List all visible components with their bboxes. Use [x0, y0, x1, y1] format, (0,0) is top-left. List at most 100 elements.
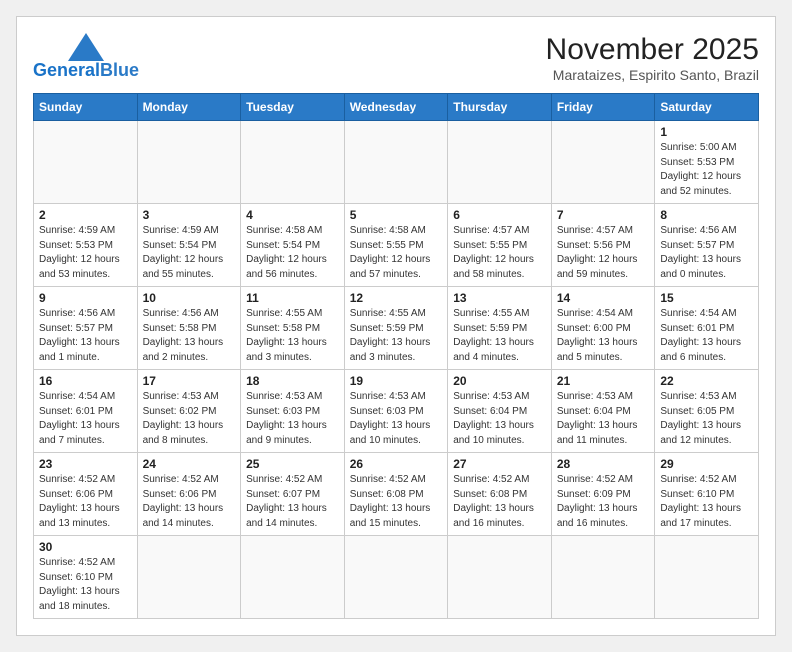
day-info: Sunrise: 4:53 AM Sunset: 6:04 PM Dayligh…: [557, 390, 650, 448]
day-number: 22: [660, 374, 753, 388]
day-info: Sunrise: 4:56 AM Sunset: 5:58 PM Dayligh…: [143, 307, 236, 365]
day-number: 28: [557, 457, 650, 471]
calendar-cell: 18 Sunrise: 4:53 AM Sunset: 6:03 PM Dayli…: [241, 370, 345, 453]
logo: GeneralBlue: [33, 33, 139, 81]
day-info: Sunrise: 4:53 AM Sunset: 6:02 PM Dayligh…: [143, 390, 236, 448]
location: Marataizes, Espirito Santo, Brazil: [546, 67, 759, 83]
day-info: Sunrise: 4:55 AM Sunset: 5:59 PM Dayligh…: [453, 307, 546, 365]
day-info: Sunrise: 5:00 AM Sunset: 5:53 PM Dayligh…: [660, 141, 753, 199]
calendar-cell: [241, 121, 345, 204]
day-info: Sunrise: 4:57 AM Sunset: 5:56 PM Dayligh…: [557, 224, 650, 282]
logo-blue: Blue: [100, 60, 139, 80]
day-info: Sunrise: 4:55 AM Sunset: 5:58 PM Dayligh…: [246, 307, 339, 365]
calendar-cell: 28 Sunrise: 4:52 AM Sunset: 6:09 PM Dayli…: [551, 453, 655, 536]
calendar-cell: 25 Sunrise: 4:52 AM Sunset: 6:07 PM Dayli…: [241, 453, 345, 536]
day-number: 20: [453, 374, 546, 388]
calendar-cell: 21 Sunrise: 4:53 AM Sunset: 6:04 PM Dayli…: [551, 370, 655, 453]
day-info: Sunrise: 4:52 AM Sunset: 6:06 PM Dayligh…: [39, 473, 132, 531]
day-number: 26: [350, 457, 443, 471]
day-number: 29: [660, 457, 753, 471]
day-info: Sunrise: 4:58 AM Sunset: 5:54 PM Dayligh…: [246, 224, 339, 282]
calendar-week-5: 23 Sunrise: 4:52 AM Sunset: 6:06 PM Dayli…: [34, 453, 759, 536]
logo-text: GeneralBlue: [33, 61, 139, 81]
calendar-cell: 13 Sunrise: 4:55 AM Sunset: 5:59 PM Dayli…: [448, 287, 552, 370]
day-info: Sunrise: 4:54 AM Sunset: 6:00 PM Dayligh…: [557, 307, 650, 365]
day-number: 19: [350, 374, 443, 388]
weekday-header-tuesday: Tuesday: [241, 94, 345, 121]
day-info: Sunrise: 4:53 AM Sunset: 6:04 PM Dayligh…: [453, 390, 546, 448]
day-info: Sunrise: 4:57 AM Sunset: 5:55 PM Dayligh…: [453, 224, 546, 282]
day-info: Sunrise: 4:59 AM Sunset: 5:53 PM Dayligh…: [39, 224, 132, 282]
day-number: 4: [246, 208, 339, 222]
day-number: 10: [143, 291, 236, 305]
calendar-cell: 17Sunrise: 4:53 AM Sunset: 6:02 PM Dayli…: [137, 370, 241, 453]
calendar: SundayMondayTuesdayWednesdayThursdayFrid…: [33, 93, 759, 619]
day-number: 23: [39, 457, 132, 471]
logo-general: General: [33, 60, 100, 80]
calendar-cell: [551, 121, 655, 204]
weekday-header-sunday: Sunday: [34, 94, 138, 121]
day-number: 6: [453, 208, 546, 222]
day-info: Sunrise: 4:54 AM Sunset: 6:01 PM Dayligh…: [660, 307, 753, 365]
day-number: 5: [350, 208, 443, 222]
day-number: 16: [39, 374, 132, 388]
weekday-header-row: SundayMondayTuesdayWednesdayThursdayFrid…: [34, 94, 759, 121]
calendar-cell: 7 Sunrise: 4:57 AM Sunset: 5:56 PM Daylig…: [551, 204, 655, 287]
weekday-header-friday: Friday: [551, 94, 655, 121]
calendar-cell: 1Sunrise: 5:00 AM Sunset: 5:53 PM Daylig…: [655, 121, 759, 204]
calendar-cell: 5 Sunrise: 4:58 AM Sunset: 5:55 PM Daylig…: [344, 204, 448, 287]
calendar-cell: 23 Sunrise: 4:52 AM Sunset: 6:06 PM Dayli…: [34, 453, 138, 536]
calendar-week-3: 9 Sunrise: 4:56 AM Sunset: 5:57 PM Daylig…: [34, 287, 759, 370]
calendar-cell: 15 Sunrise: 4:54 AM Sunset: 6:01 PM Dayli…: [655, 287, 759, 370]
day-info: Sunrise: 4:52 AM Sunset: 6:10 PM Dayligh…: [660, 473, 753, 531]
day-number: 18: [246, 374, 339, 388]
day-number: 2: [39, 208, 132, 222]
day-number: 15: [660, 291, 753, 305]
weekday-header-thursday: Thursday: [448, 94, 552, 121]
weekday-header-monday: Monday: [137, 94, 241, 121]
calendar-cell: 2 Sunrise: 4:59 AM Sunset: 5:53 PM Daylig…: [34, 204, 138, 287]
day-number: 25: [246, 457, 339, 471]
day-info: Sunrise: 4:53 AM Sunset: 6:05 PM Dayligh…: [660, 390, 753, 448]
calendar-cell: [241, 536, 345, 619]
weekday-header-wednesday: Wednesday: [344, 94, 448, 121]
calendar-cell: 30Sunrise: 4:52 AM Sunset: 6:10 PM Dayli…: [34, 536, 138, 619]
calendar-cell: 4 Sunrise: 4:58 AM Sunset: 5:54 PM Daylig…: [241, 204, 345, 287]
calendar-week-2: 2 Sunrise: 4:59 AM Sunset: 5:53 PM Daylig…: [34, 204, 759, 287]
day-number: 9: [39, 291, 132, 305]
header: GeneralBlue November 2025 Marataizes, Es…: [33, 33, 759, 83]
day-number: 3: [143, 208, 236, 222]
calendar-cell: [34, 121, 138, 204]
day-info: Sunrise: 4:53 AM Sunset: 6:03 PM Dayligh…: [246, 390, 339, 448]
weekday-header-saturday: Saturday: [655, 94, 759, 121]
calendar-cell: 8Sunrise: 4:56 AM Sunset: 5:57 PM Daylig…: [655, 204, 759, 287]
calendar-cell: 20 Sunrise: 4:53 AM Sunset: 6:04 PM Dayli…: [448, 370, 552, 453]
day-info: Sunrise: 4:52 AM Sunset: 6:09 PM Dayligh…: [557, 473, 650, 531]
day-number: 12: [350, 291, 443, 305]
day-info: Sunrise: 4:53 AM Sunset: 6:03 PM Dayligh…: [350, 390, 443, 448]
day-info: Sunrise: 4:52 AM Sunset: 6:07 PM Dayligh…: [246, 473, 339, 531]
day-number: 21: [557, 374, 650, 388]
calendar-cell: [137, 121, 241, 204]
calendar-cell: 27Sunrise: 4:52 AM Sunset: 6:08 PM Dayli…: [448, 453, 552, 536]
day-number: 24: [143, 457, 236, 471]
day-info: Sunrise: 4:52 AM Sunset: 6:06 PM Dayligh…: [143, 473, 236, 531]
calendar-cell: 26 Sunrise: 4:52 AM Sunset: 6:08 PM Dayli…: [344, 453, 448, 536]
calendar-cell: 11 Sunrise: 4:55 AM Sunset: 5:58 PM Dayli…: [241, 287, 345, 370]
calendar-week-4: 16Sunrise: 4:54 AM Sunset: 6:01 PM Dayli…: [34, 370, 759, 453]
day-info: Sunrise: 4:58 AM Sunset: 5:55 PM Dayligh…: [350, 224, 443, 282]
calendar-cell: 3Sunrise: 4:59 AM Sunset: 5:54 PM Daylig…: [137, 204, 241, 287]
day-info: Sunrise: 4:56 AM Sunset: 5:57 PM Dayligh…: [660, 224, 753, 282]
day-info: Sunrise: 4:52 AM Sunset: 6:08 PM Dayligh…: [350, 473, 443, 531]
calendar-cell: [448, 121, 552, 204]
day-number: 7: [557, 208, 650, 222]
day-number: 11: [246, 291, 339, 305]
day-info: Sunrise: 4:56 AM Sunset: 5:57 PM Dayligh…: [39, 307, 132, 365]
calendar-cell: 19 Sunrise: 4:53 AM Sunset: 6:03 PM Dayli…: [344, 370, 448, 453]
day-number: 13: [453, 291, 546, 305]
day-number: 14: [557, 291, 650, 305]
calendar-week-6: 30Sunrise: 4:52 AM Sunset: 6:10 PM Dayli…: [34, 536, 759, 619]
title-block: November 2025 Marataizes, Espirito Santo…: [546, 33, 759, 83]
calendar-cell: [655, 536, 759, 619]
calendar-cell: 29 Sunrise: 4:52 AM Sunset: 6:10 PM Dayli…: [655, 453, 759, 536]
